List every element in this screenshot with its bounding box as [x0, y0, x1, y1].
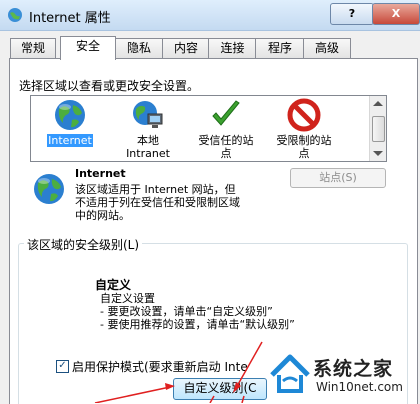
zone-info-description: 该区域适用于 Internet 网站，但 不适用于列在受信任和受限制区域 中的网… — [75, 183, 275, 222]
zone-scrollbar[interactable] — [369, 96, 386, 161]
tab-connections[interactable]: 连接 — [208, 38, 257, 58]
checkmark-icon — [212, 100, 240, 126]
protected-mode-label: 启用保护模式(要求重新启动 Inte — [72, 360, 248, 374]
tab-general[interactable]: 常规 — [10, 38, 56, 58]
watermark-url: Win10net.com — [316, 380, 403, 394]
zone-label-line2: 点 — [298, 147, 310, 160]
scroll-thumb[interactable] — [372, 116, 385, 142]
security-level-group-label: 该区域的安全级别(L) — [24, 236, 143, 253]
zone-instruction: 选择区域以查看或更改安全设置。 — [19, 79, 200, 93]
protected-mode-checkbox[interactable]: ✓ — [56, 360, 69, 373]
custom-level-button[interactable]: 自定义级别(C — [173, 378, 267, 400]
level-desc-line: 自定义设置 — [100, 292, 155, 305]
globe-icon — [55, 100, 85, 130]
intranet-icon — [133, 101, 163, 128]
title-bar: Internet 属性 ? X — [0, 0, 420, 31]
zone-label: 受信任的站 — [198, 134, 254, 147]
help-button[interactable]: ? — [330, 3, 374, 25]
internet-options-icon — [8, 8, 22, 22]
tab-content[interactable]: 内容 — [162, 38, 210, 58]
zone-info-line: 不适用于列在受信任和受限制区域 — [75, 196, 240, 209]
security-level-title: 自定义 — [95, 278, 132, 292]
zone-info-title: Internet — [75, 167, 126, 180]
zone-label: Internet — [47, 134, 93, 147]
zone-label: 受限制的站 — [276, 134, 332, 147]
close-button[interactable]: X — [372, 3, 420, 25]
globe-icon — [34, 174, 64, 204]
level-desc-line: - 要使用推荐的设置，请单击“默认级别” — [100, 318, 295, 331]
restricted-icon — [287, 98, 321, 132]
house-logo-icon — [270, 354, 310, 393]
tab-privacy[interactable]: 隐私 — [114, 38, 164, 58]
sites-button[interactable]: 站点(S) — [290, 168, 386, 188]
watermark: 系统之家 Win10net.com — [268, 351, 420, 403]
zone-info-line: 中的网站。 — [75, 209, 130, 222]
zone-label: 本地 — [137, 134, 159, 147]
zone-label-line2: Intranet — [126, 147, 170, 160]
tab-programs[interactable]: 程序 — [255, 38, 305, 58]
watermark-name: 系统之家 — [313, 358, 394, 380]
zone-trusted-sites[interactable]: 受信任的站 点 — [187, 96, 265, 160]
scroll-up-icon[interactable] — [373, 101, 383, 106]
zone-list: Internet 本地 Intranet 受信任的站 点 受限制的站 点 — [30, 95, 387, 162]
tab-security[interactable]: 安全 — [60, 36, 116, 60]
tab-advanced[interactable]: 高级 — [303, 38, 351, 58]
scroll-down-icon[interactable] — [373, 151, 383, 156]
zone-local-intranet[interactable]: 本地 Intranet — [109, 96, 187, 160]
zone-internet[interactable]: Internet — [31, 96, 109, 147]
security-level-description: 自定义设置 - 要更改设置，请单击“自定义级别” - 要使用推荐的设置，请单击“… — [100, 292, 295, 331]
level-desc-line: - 要更改设置，请单击“自定义级别” — [100, 305, 273, 318]
zone-restricted-sites[interactable]: 受限制的站 点 — [265, 96, 343, 160]
window-title: Internet 属性 — [29, 11, 111, 26]
zone-label-line2: 点 — [220, 147, 232, 160]
zone-info-line: 该区域适用于 Internet 网站，但 — [75, 183, 236, 196]
